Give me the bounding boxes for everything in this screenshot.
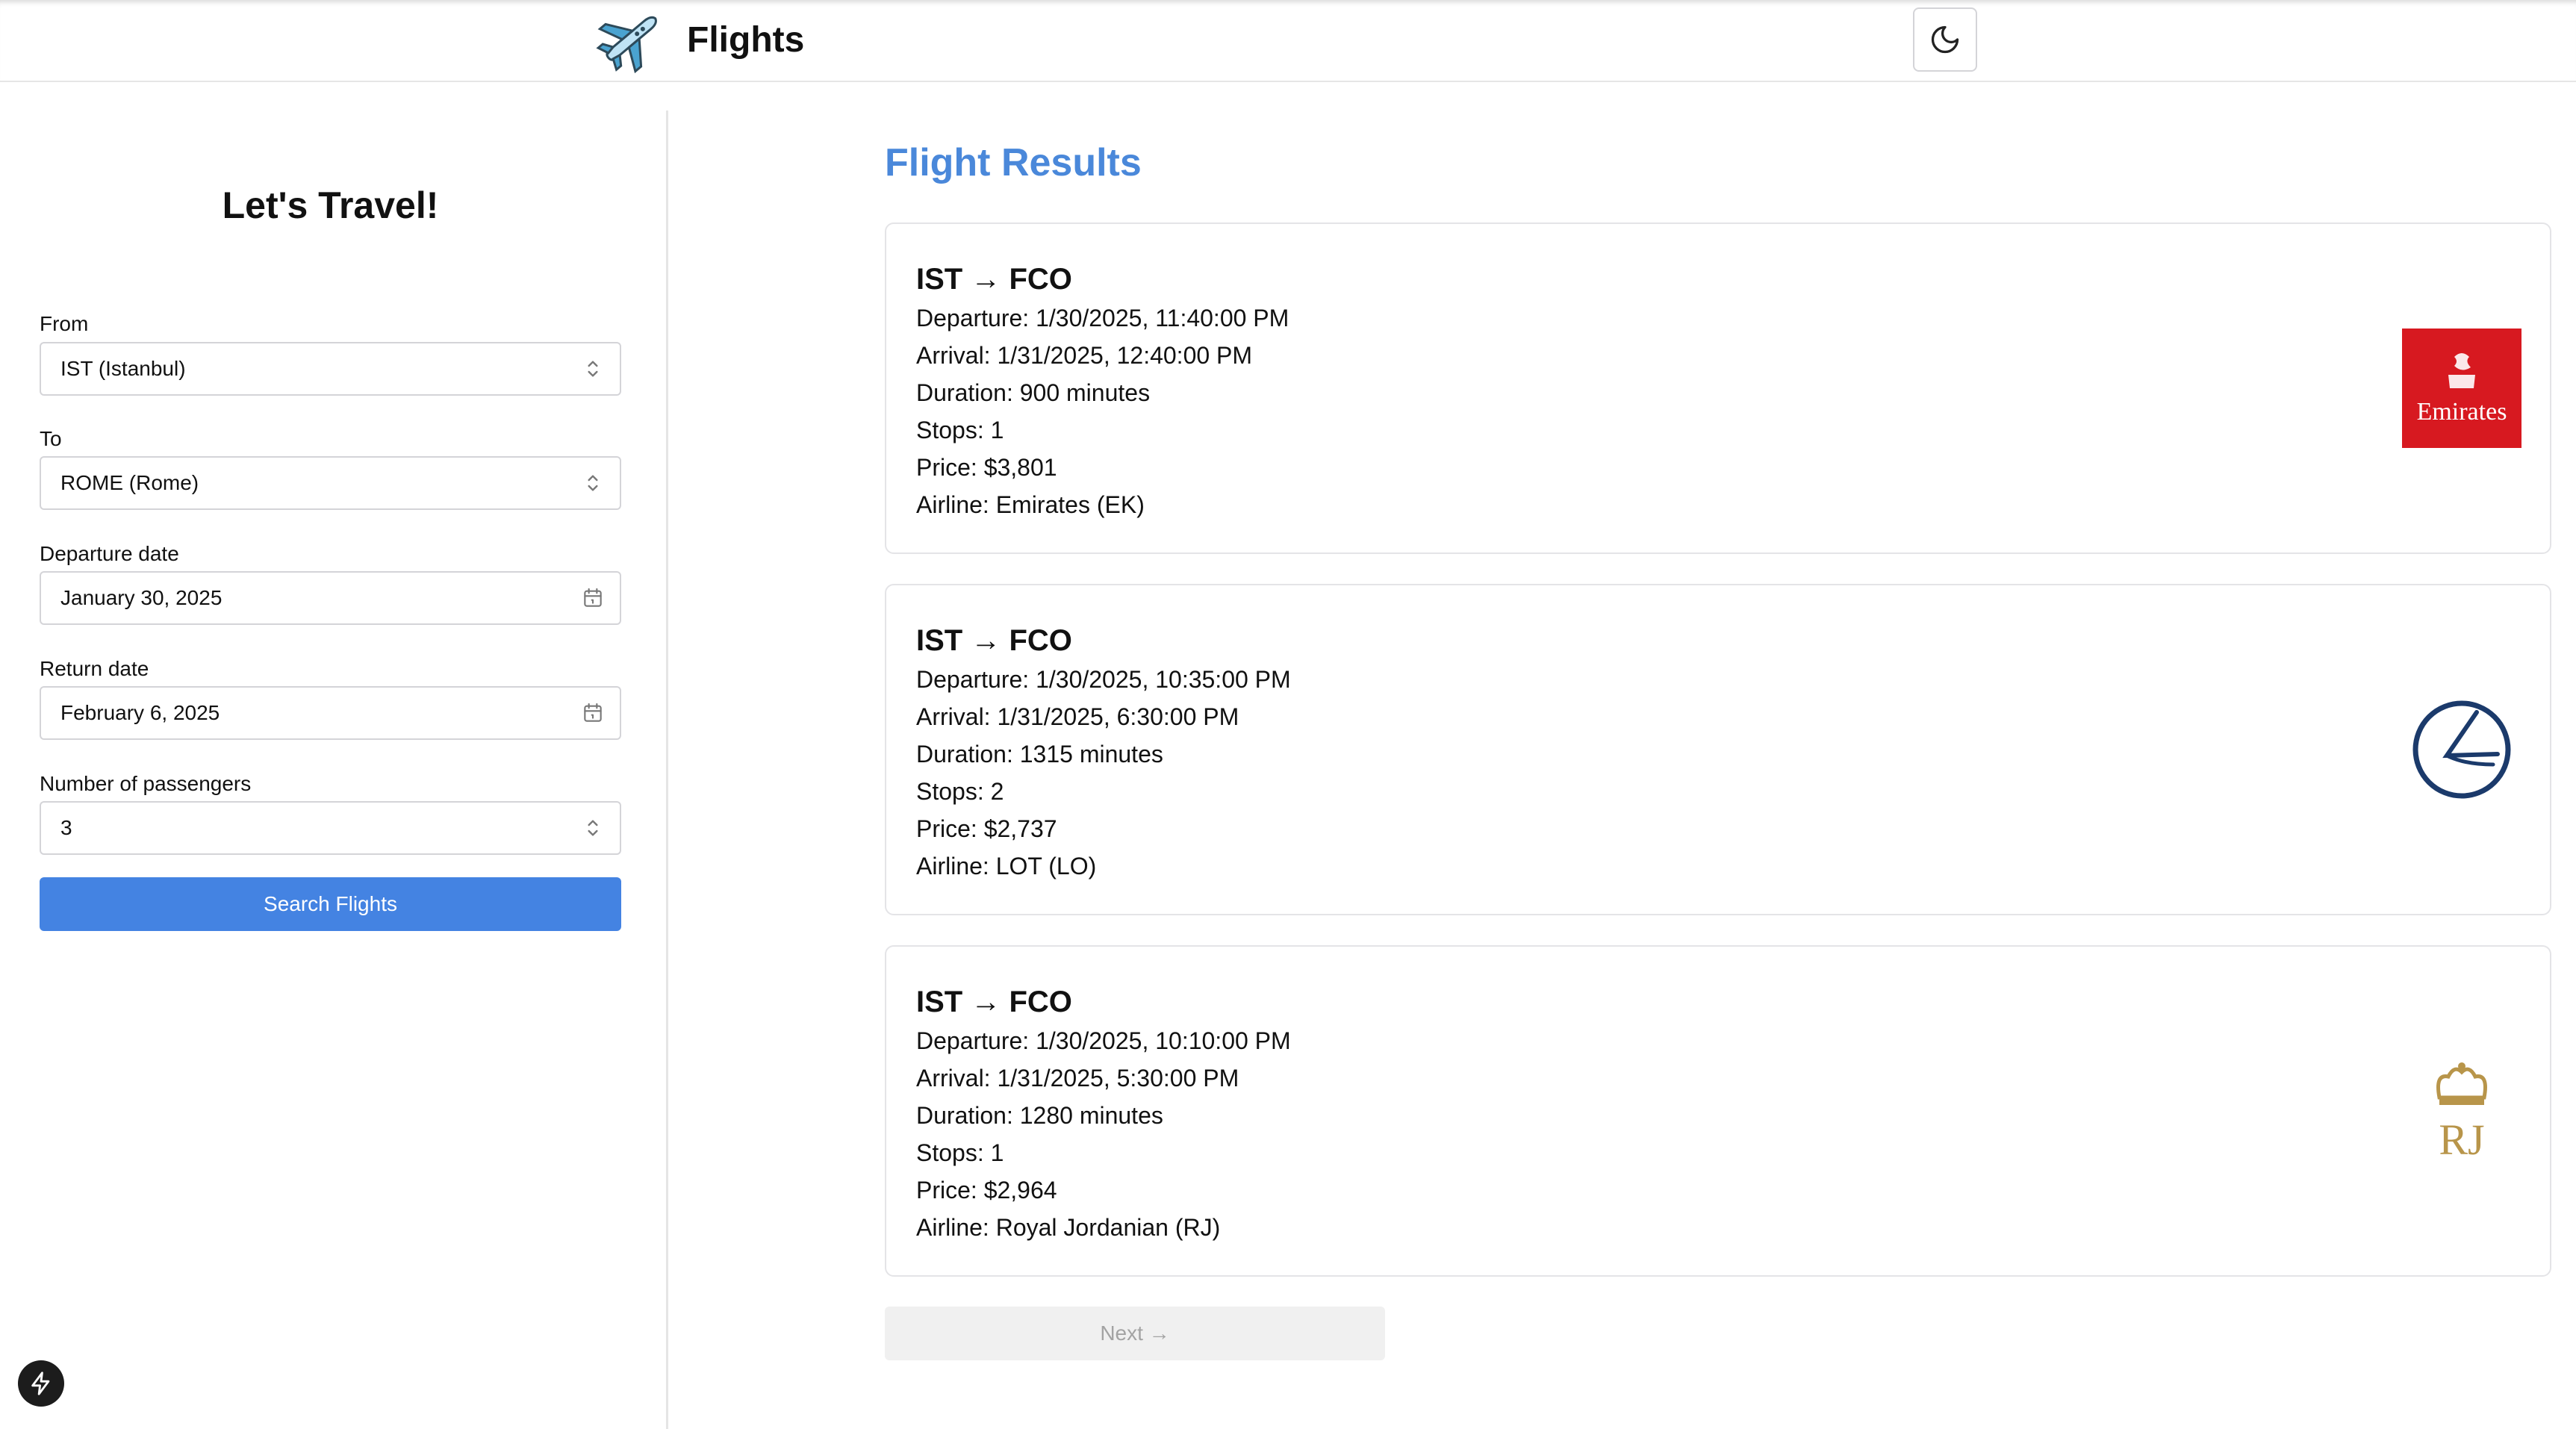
flight-departure: Departure: 1/30/2025, 11:40:00 PM <box>916 305 1289 331</box>
departure-date-label: Departure date <box>40 542 179 565</box>
lot-logo <box>2412 700 2511 799</box>
to-select-value: ROME (Rome) <box>60 471 199 494</box>
return-date-label: Return date <box>40 657 149 680</box>
return-date-value: February 6, 2025 <box>60 701 220 724</box>
from-select[interactable]: IST (Istanbul) <box>40 342 621 396</box>
airplane-icon <box>596 16 657 73</box>
passengers-select-value: 3 <box>60 816 72 839</box>
flight-departure: Departure: 1/30/2025, 10:10:00 PM <box>916 1027 1291 1054</box>
flight-stops: Stops: 1 <box>916 1139 1004 1166</box>
from-label: From <box>40 312 89 335</box>
chevron-up-down-icon <box>588 820 598 836</box>
next-page-button[interactable]: Next → <box>885 1307 1385 1360</box>
flight-card[interactable]: IST → FCO Departure: 1/30/2025, 10:10:00… <box>885 945 2551 1277</box>
flight-duration: Duration: 1280 minutes <box>916 1102 1163 1129</box>
from-select-value: IST (Istanbul) <box>60 357 186 380</box>
flight-card[interactable]: IST → FCO Departure: 1/30/2025, 10:35:00… <box>885 584 2551 915</box>
sidebar-title: Let's Travel! <box>222 184 439 226</box>
flight-arrival: Arrival: 1/31/2025, 5:30:00 PM <box>916 1065 1239 1092</box>
passengers-select[interactable]: 3 <box>40 801 621 855</box>
flight-price: Price: $2,737 <box>916 815 1057 842</box>
emirates-logo: Emirates <box>2402 329 2521 448</box>
svg-text:RJ: RJ <box>2439 1115 2484 1164</box>
flight-route: IST → FCO <box>916 624 1072 657</box>
flight-airline: Airline: Royal Jordanian (RJ) <box>916 1214 1221 1241</box>
dev-tools-button[interactable] <box>18 1360 64 1407</box>
departure-date-input[interactable]: January 30, 2025 <box>40 571 621 625</box>
flight-airline: Airline: Emirates (EK) <box>916 491 1145 518</box>
flight-price: Price: $3,801 <box>916 454 1057 481</box>
moon-icon <box>1931 25 1959 54</box>
flight-stops: Stops: 1 <box>916 417 1004 443</box>
flight-route: IST → FCO <box>916 263 1072 296</box>
flight-duration: Duration: 900 minutes <box>916 379 1151 406</box>
top-bar: Flights <box>0 0 2576 82</box>
chevron-up-down-icon <box>588 475 598 491</box>
theme-toggle-button[interactable] <box>1913 7 1977 72</box>
flight-card[interactable]: IST → FCO Departure: 1/30/2025, 11:40:00… <box>885 222 2551 554</box>
royal-jordanian-logo: RJ <box>2436 1062 2487 1164</box>
flight-arrival: Arrival: 1/31/2025, 6:30:00 PM <box>916 703 1239 730</box>
flight-price: Price: $2,964 <box>916 1177 1057 1204</box>
svg-text:Emirates: Emirates <box>2417 398 2507 426</box>
flight-duration: Duration: 1315 minutes <box>916 741 1163 768</box>
to-select[interactable]: ROME (Rome) <box>40 456 621 510</box>
lightning-icon <box>31 1372 50 1395</box>
calendar-icon[interactable] <box>581 701 605 725</box>
flight-arrival: Arrival: 1/31/2025, 12:40:00 PM <box>916 342 1253 369</box>
departure-date-value: January 30, 2025 <box>60 586 223 609</box>
to-label: To <box>40 427 62 450</box>
chevron-up-down-icon <box>588 361 598 377</box>
sidebar-divider <box>666 110 668 1429</box>
passengers-label: Number of passengers <box>40 772 252 795</box>
flight-departure: Departure: 1/30/2025, 10:35:00 PM <box>916 666 1291 693</box>
results-title: Flight Results <box>885 141 1142 184</box>
calendar-icon[interactable] <box>581 586 605 610</box>
flight-airline: Airline: LOT (LO) <box>916 853 1097 879</box>
app-title: Flights <box>687 20 805 60</box>
return-date-input[interactable]: February 6, 2025 <box>40 686 621 740</box>
search-flights-button[interactable]: Search Flights <box>40 877 621 931</box>
flight-route: IST → FCO <box>916 986 1072 1018</box>
flight-stops: Stops: 2 <box>916 778 1004 805</box>
